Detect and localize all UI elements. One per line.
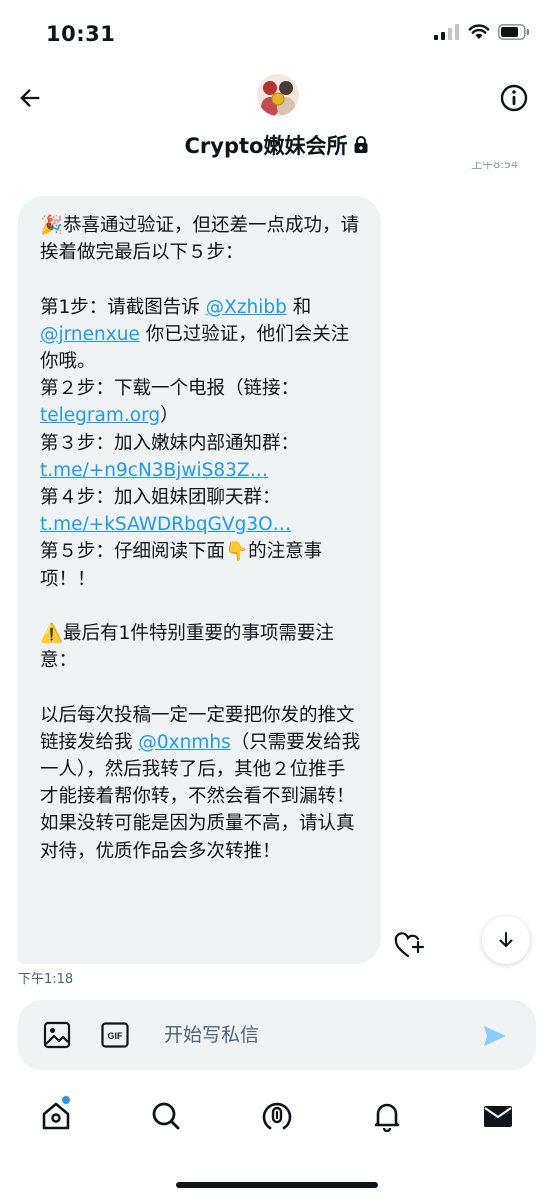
home-indicator xyxy=(176,1182,378,1188)
message-bubble[interactable]: 🎉恭喜通过验证，但还差一点成功，请挨着做完最后以下５步： 第1步：请截图告诉 @… xyxy=(18,196,381,964)
nav-spaces[interactable] xyxy=(257,1096,297,1136)
arrow-down-icon xyxy=(499,932,513,947)
add-gif-button[interactable]: GIF xyxy=(100,1020,130,1050)
nav-search[interactable] xyxy=(146,1096,186,1136)
add-reaction-button[interactable] xyxy=(392,928,428,964)
group-avatar[interactable] xyxy=(257,74,299,116)
send-icon xyxy=(484,1026,506,1046)
nav-home[interactable] xyxy=(36,1096,76,1136)
back-button[interactable] xyxy=(12,80,48,116)
url-link[interactable]: t.me/+kSAWDRbqGVg3O… xyxy=(40,514,291,535)
previous-message-timestamp: 上午8:54 xyxy=(471,162,518,171)
pointing-down-emoji: 👇 xyxy=(225,541,249,563)
mention-link[interactable]: @Xzhibb xyxy=(206,297,287,318)
message-gap xyxy=(40,266,361,293)
info-icon xyxy=(500,84,528,112)
gif-icon: GIF xyxy=(101,1022,129,1048)
party-popper-emoji: 🎉 xyxy=(40,215,64,236)
message-line: 第２步：下载一个电报（链接：telegram.org） xyxy=(40,378,300,427)
message-line: 第４步：加入姐妹团聊天群：t.me/+kSAWDRbqGVg3O… xyxy=(40,487,292,536)
warning-emoji: ⚠️ xyxy=(40,623,64,645)
message-line: 第1步：请截图告诉 @Xzhibb 和 @jrnenxue 你已过验证，他们会关… xyxy=(40,296,350,372)
message-input[interactable] xyxy=(164,1017,464,1053)
message-line: 第３步：加入嫩妹内部通知群：t.me/+n9cN3BjwiS83Z… xyxy=(40,432,300,481)
url-link[interactable]: t.me/+n9cN3BjwiS83Z… xyxy=(40,460,268,481)
signal-icon xyxy=(434,24,459,40)
add-image-button[interactable] xyxy=(42,1020,72,1050)
send-button[interactable] xyxy=(480,1021,510,1051)
message-gap xyxy=(40,593,361,620)
lock-icon xyxy=(354,136,368,153)
conversation-header: Crypto嫩妹会所 xyxy=(0,66,554,176)
heart-plus-icon xyxy=(394,932,425,958)
status-icons xyxy=(434,24,530,40)
nav-notifications[interactable] xyxy=(367,1096,407,1136)
arrow-left-icon xyxy=(20,89,40,107)
mention-link[interactable]: @0xnmhs xyxy=(138,732,230,753)
message-line: 第５步：仔细阅读下面👇的注意事项！！ xyxy=(40,538,361,592)
message-gap xyxy=(40,674,361,701)
spaces-icon xyxy=(262,1102,292,1130)
nav-messages[interactable] xyxy=(478,1096,518,1136)
message-line: 以后每次投稿一定一定要把你发的推文链接发给我 @0xnmhs（只需要发给我一人）… xyxy=(40,704,361,862)
svg-text:GIF: GIF xyxy=(108,1031,124,1041)
battery-icon xyxy=(498,24,529,40)
image-icon xyxy=(43,1021,71,1049)
message-line: 🎉恭喜通过验证，但还差一点成功，请挨着做完最后以下５步： xyxy=(40,212,361,266)
url-link[interactable]: telegram.org xyxy=(40,405,160,426)
conversation-name: Crypto嫩妹会所 xyxy=(184,134,348,158)
bottom-navigation xyxy=(0,1096,554,1140)
message-composer: GIF xyxy=(18,1000,536,1070)
wifi-icon xyxy=(468,24,490,39)
mention-link[interactable]: @jrnenxue xyxy=(40,324,140,345)
mail-icon xyxy=(484,1106,512,1127)
notification-dot xyxy=(62,1096,70,1104)
message-line: ⚠️最后有1件特别重要的事项需要注意： xyxy=(40,620,361,674)
message-timestamp: 下午1:18 xyxy=(18,972,74,987)
search-icon xyxy=(152,1102,180,1130)
status-bar: 10:31 xyxy=(0,0,554,66)
conversation-title: Crypto嫩妹会所 xyxy=(0,130,554,160)
bell-icon xyxy=(374,1103,400,1132)
conversation-info-button[interactable] xyxy=(496,80,532,116)
home-icon xyxy=(42,1102,70,1130)
scroll-to-bottom-button[interactable] xyxy=(482,916,530,964)
status-time: 10:31 xyxy=(46,22,116,46)
